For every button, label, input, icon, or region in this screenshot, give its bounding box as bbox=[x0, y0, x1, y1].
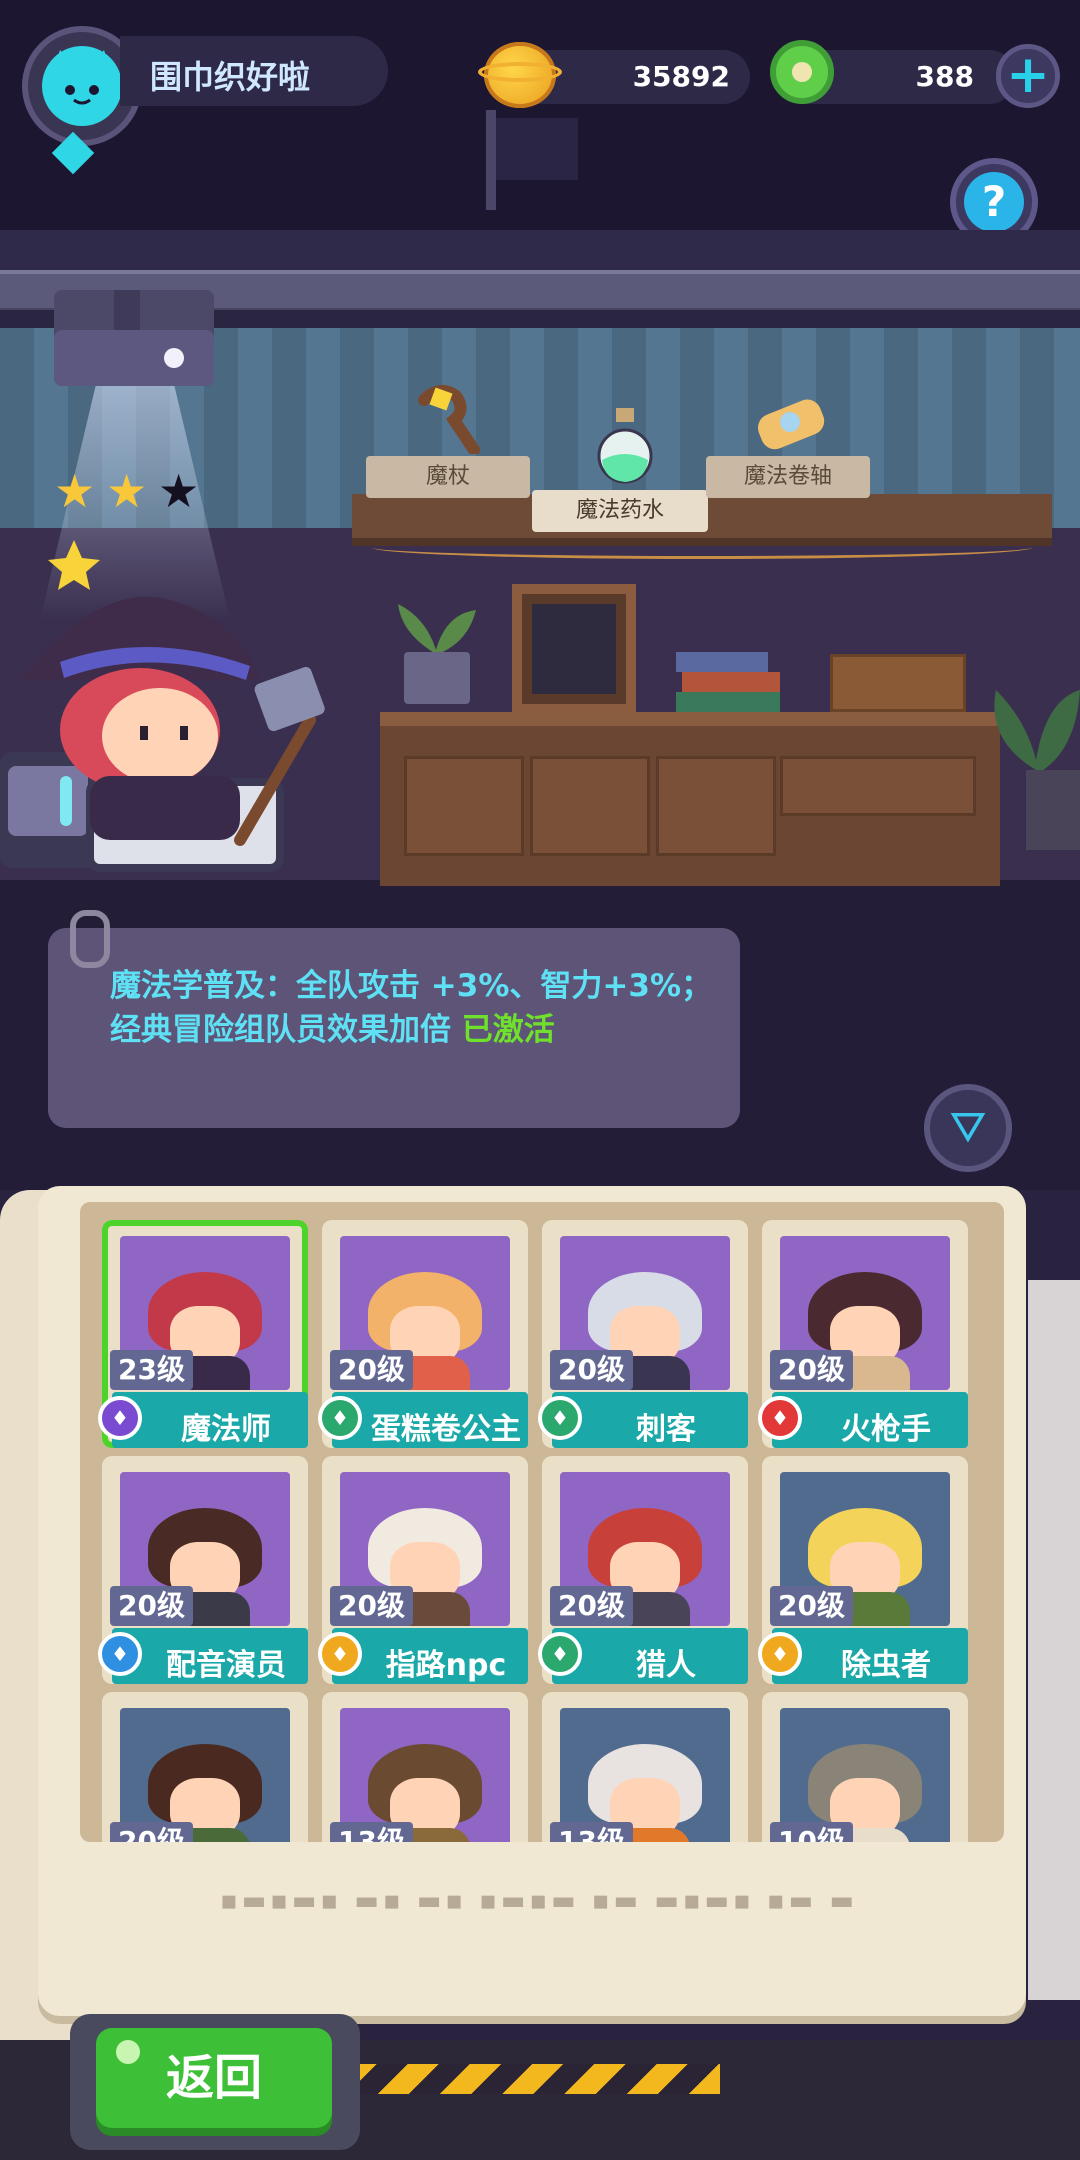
star-filled-icon: ★ bbox=[54, 464, 96, 518]
character-level: 10级 bbox=[770, 1822, 853, 1842]
portrait-silhouette bbox=[532, 604, 616, 694]
wizard-character-sprite[interactable] bbox=[20, 540, 350, 860]
gem-amount: 388 bbox=[915, 60, 974, 93]
book-stack-icon bbox=[676, 646, 786, 712]
back-button[interactable]: 返回 bbox=[96, 2028, 332, 2128]
character-level: 20级 bbox=[330, 1586, 413, 1626]
magic-scroll-icon[interactable] bbox=[752, 392, 832, 452]
add-gems-button[interactable]: + bbox=[996, 44, 1060, 108]
shelf-rope bbox=[372, 536, 1032, 559]
character-level: 23级 bbox=[110, 1350, 193, 1390]
character-card[interactable]: 20级 ♦ 配音演员 bbox=[98, 1456, 308, 1684]
paper-clip-icon bbox=[70, 910, 110, 968]
character-level: 20级 bbox=[330, 1350, 413, 1390]
character-level: 20级 bbox=[110, 1586, 193, 1626]
character-card[interactable]: 20级 bbox=[102, 1692, 308, 1842]
bonus-description-line2: 经典冒险组队员效果加倍 已激活 bbox=[110, 1004, 555, 1049]
desk-drawer bbox=[780, 756, 976, 816]
character-level: 20级 bbox=[550, 1350, 633, 1390]
character-level: 13级 bbox=[330, 1822, 413, 1842]
bonus-status: 已激活 bbox=[461, 1012, 555, 1048]
character-grid: 23级 ♦ 魔法师 20级 ♦ 蛋糕卷公主 20级 ♦ 刺客 20级 ♦ 火枪手 20级 ♦ 配音演员 20级… bbox=[80, 1202, 1004, 1842]
skull-flag: ☠ bbox=[496, 118, 1040, 286]
character-level: 20级 bbox=[770, 1586, 853, 1626]
cat-avatar-icon bbox=[42, 46, 122, 126]
top-bar bbox=[0, 0, 1080, 230]
spotlight-lamp-icon bbox=[54, 290, 214, 386]
star-empty-icon: ★ bbox=[158, 464, 200, 518]
character-class-name: 猎人 bbox=[636, 1648, 696, 1683]
character-class-name: 指路npc bbox=[385, 1648, 507, 1683]
wooden-chest bbox=[830, 654, 966, 712]
character-card[interactable]: 23级 ♦ 魔法师 bbox=[98, 1220, 308, 1448]
page-scribble-decoration: ▪▬▪▬▪ ▬▪ ▬▪ ▪▬▪▬ ▪▬ ▬▪▬▪ ▪▬ ▬ bbox=[220, 1886, 858, 1916]
bonus-description-line1: 魔法学普及：全队攻击 +3%、智力+3%； bbox=[110, 968, 713, 1004]
class-badge-icon: ♦ bbox=[758, 1632, 802, 1676]
desk-drawer bbox=[530, 756, 650, 856]
picture-frame bbox=[512, 584, 636, 714]
magic-staff-icon[interactable] bbox=[410, 380, 484, 456]
class-badge-icon: ♦ bbox=[318, 1632, 362, 1676]
class-badge-icon: ♦ bbox=[538, 1396, 582, 1440]
character-level: 20级 bbox=[110, 1822, 193, 1842]
character-class-name: 蛋糕卷公主 bbox=[371, 1412, 521, 1447]
coin-ring-decoration bbox=[478, 62, 562, 82]
class-badge-icon: ♦ bbox=[98, 1632, 142, 1676]
desk-drawer bbox=[404, 756, 524, 856]
potted-plant-icon bbox=[392, 594, 482, 704]
shelf-tag-scroll[interactable]: 魔法卷轴 bbox=[706, 456, 870, 498]
book-right-page-edge bbox=[1028, 1280, 1080, 2000]
character-card[interactable]: 20级 ♦ 指路npc bbox=[318, 1456, 528, 1684]
class-badge-icon: ♦ bbox=[98, 1396, 142, 1440]
flag-pole bbox=[486, 110, 496, 210]
character-class-name: 火枪手 bbox=[841, 1412, 931, 1447]
character-class-name: 刺客 bbox=[636, 1412, 696, 1447]
character-card[interactable]: 20级 ♦ 猎人 bbox=[538, 1456, 748, 1684]
class-badge-icon: ♦ bbox=[538, 1632, 582, 1676]
question-icon: ? bbox=[964, 172, 1024, 232]
shelf-tag-staff[interactable]: 魔杖 bbox=[366, 456, 530, 498]
character-card[interactable]: 20级 ♦ 刺客 bbox=[538, 1220, 748, 1448]
character-card[interactable]: 20级 ♦ 除虫者 bbox=[758, 1456, 968, 1684]
hazard-stripes bbox=[340, 2064, 720, 2094]
character-card[interactable]: 20级 ♦ 火枪手 bbox=[758, 1220, 968, 1448]
ceiling-ledge bbox=[0, 230, 1080, 270]
class-badge-icon: ♦ bbox=[318, 1396, 362, 1440]
character-level: 20级 bbox=[770, 1350, 853, 1390]
filter-button[interactable]: ⛛ bbox=[924, 1084, 1012, 1172]
character-level: 20级 bbox=[550, 1586, 633, 1626]
character-class-name: 配音演员 bbox=[166, 1648, 286, 1683]
shelf-tag-potion[interactable]: 魔法药水 bbox=[532, 490, 708, 532]
character-card[interactable]: 10级 bbox=[762, 1692, 968, 1842]
green-donut-gem-icon bbox=[770, 40, 834, 104]
potion-bottle-icon[interactable] bbox=[596, 408, 654, 486]
character-card[interactable]: 20级 ♦ 蛋糕卷公主 bbox=[318, 1220, 528, 1448]
filter-funnel-icon: ⛛ bbox=[949, 1102, 987, 1153]
plus-icon: + bbox=[1006, 45, 1050, 105]
coin-amount: 35892 bbox=[632, 60, 730, 93]
bonus-effect-text: 经典冒险组队员效果加倍 bbox=[110, 1012, 462, 1048]
class-badge-icon: ♦ bbox=[758, 1396, 802, 1440]
character-class-name: 魔法师 bbox=[181, 1412, 271, 1447]
character-card[interactable]: 13级 bbox=[542, 1692, 748, 1842]
character-card[interactable]: 13级 bbox=[322, 1692, 528, 1842]
star-filled-icon: ★ bbox=[106, 464, 148, 518]
player-name: 围巾织好啦 bbox=[150, 58, 311, 96]
desk-drawer bbox=[656, 756, 776, 856]
character-class-name: 除虫者 bbox=[841, 1648, 931, 1683]
large-plant-icon bbox=[976, 650, 1080, 850]
character-level: 13级 bbox=[550, 1822, 633, 1842]
wooden-desk bbox=[380, 712, 1000, 886]
